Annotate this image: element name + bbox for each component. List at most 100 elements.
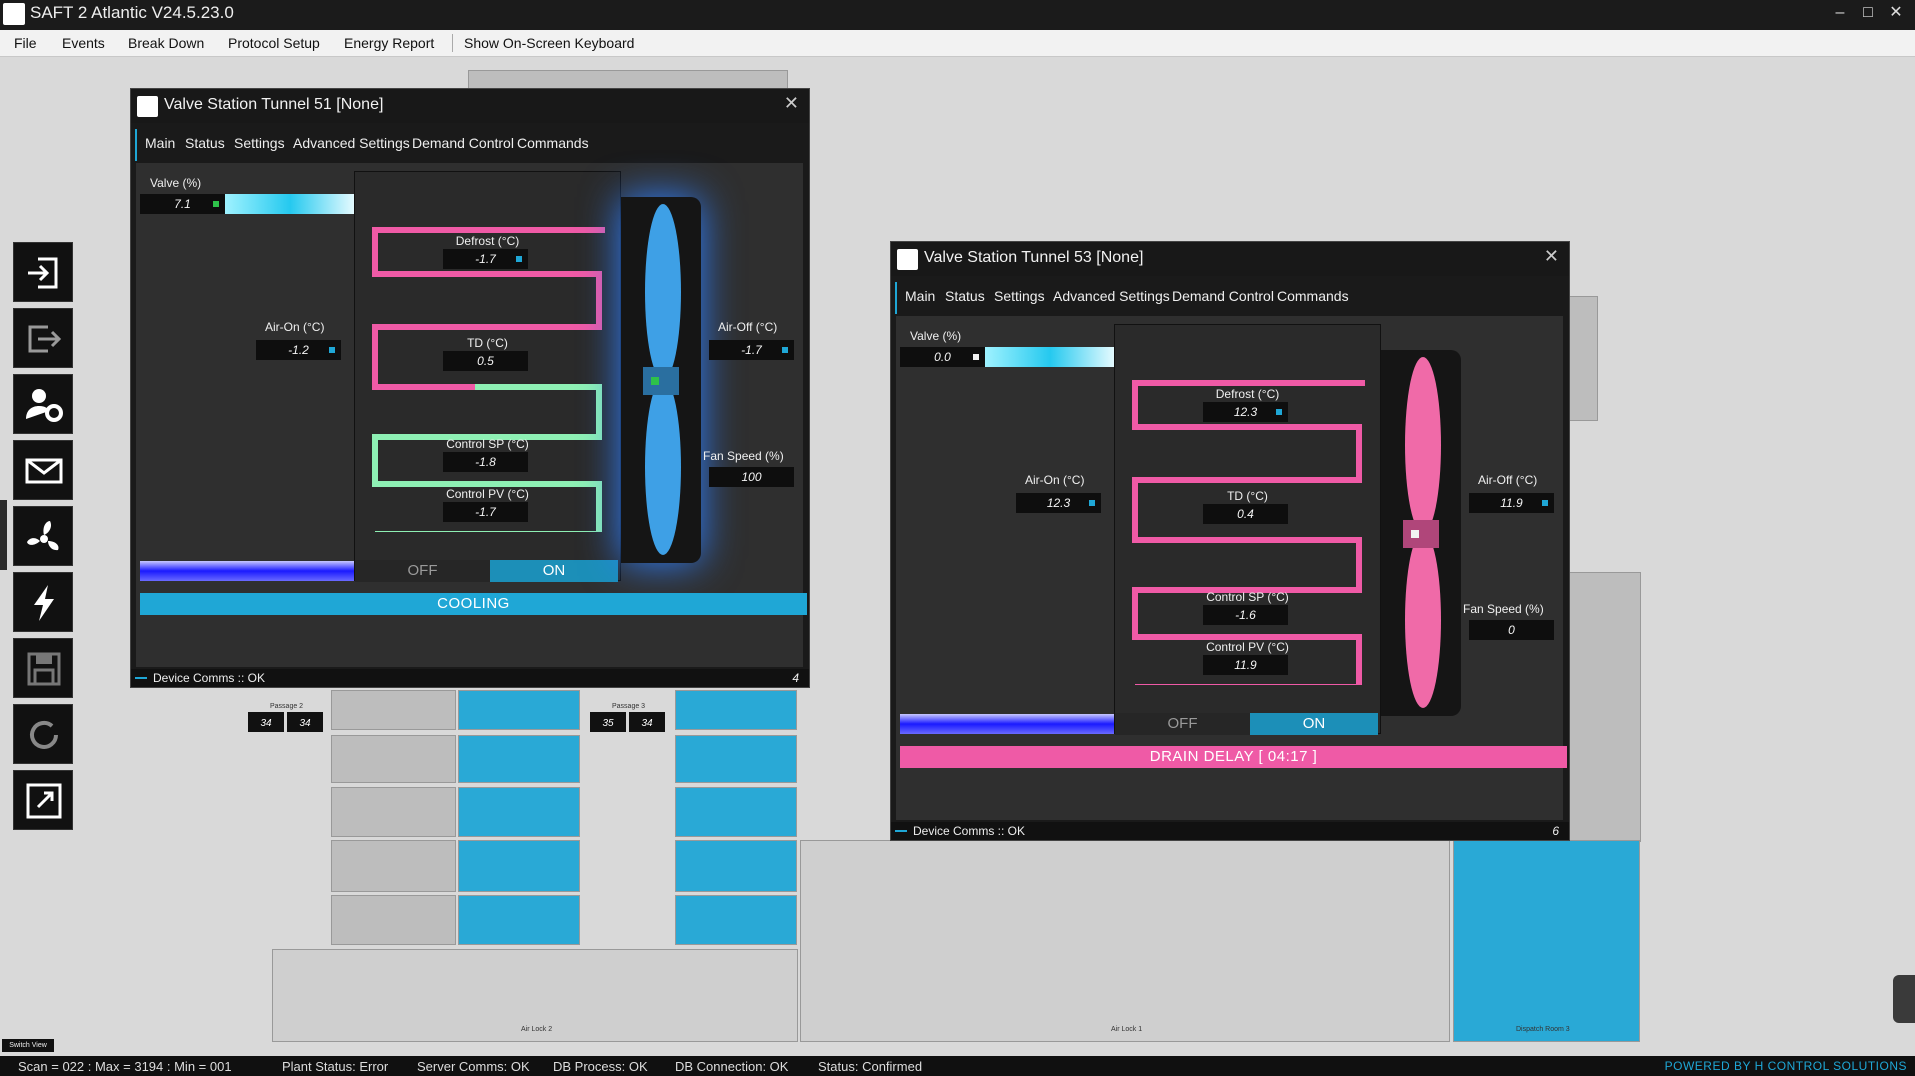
tile-g2[interactable] bbox=[331, 735, 456, 783]
control-pv-value[interactable]: 11.9 bbox=[1203, 655, 1288, 675]
comms-status-bar: Device Comms :: OK 4 bbox=[131, 669, 809, 687]
on-off-toggle[interactable]: OFF ON bbox=[355, 560, 622, 582]
tab-status[interactable]: Status bbox=[185, 135, 225, 151]
tile-b1[interactable] bbox=[458, 690, 580, 730]
menu-show-keyboard[interactable]: Show On-Screen Keyboard bbox=[464, 35, 634, 51]
passage-label-2: Passage 2 bbox=[270, 703, 304, 710]
tile-b3[interactable] bbox=[458, 787, 580, 837]
tab-demand-control[interactable]: Demand Control bbox=[1172, 288, 1274, 304]
td-label: TD (°C) bbox=[467, 336, 508, 350]
menu-energy-report[interactable]: Energy Report bbox=[344, 35, 434, 51]
valve-station-tunnel-53-window[interactable]: Valve Station Tunnel 53 [None] ✕ Main St… bbox=[890, 241, 1570, 841]
fan-speed-value[interactable]: 100 bbox=[709, 467, 794, 487]
mail-button[interactable] bbox=[13, 440, 73, 500]
air-on-value-text: 12.3 bbox=[1046, 496, 1071, 510]
user-settings-button[interactable] bbox=[13, 374, 73, 434]
tile-b2r[interactable] bbox=[675, 735, 797, 783]
valve-value-text: 0.0 bbox=[934, 350, 951, 364]
logout-button[interactable] bbox=[13, 308, 73, 368]
control-pv-value[interactable]: -1.7 bbox=[443, 502, 528, 522]
menu-break-down[interactable]: Break Down bbox=[128, 35, 204, 51]
menu-protocol-setup[interactable]: Protocol Setup bbox=[228, 35, 320, 51]
valve-value[interactable]: 7.1 bbox=[140, 194, 225, 214]
tab-commands[interactable]: Commands bbox=[517, 135, 589, 151]
valve-label: Valve (%) bbox=[910, 329, 962, 343]
fullscreen-button[interactable] bbox=[13, 770, 73, 830]
login-button[interactable] bbox=[13, 242, 73, 302]
air-off-label: Air-Off (°C) bbox=[718, 320, 778, 334]
menu-file[interactable]: File bbox=[14, 35, 37, 51]
tile-g3[interactable] bbox=[331, 787, 456, 837]
maximize-icon[interactable]: □ bbox=[1855, 2, 1881, 24]
air-off-value[interactable]: 11.9 bbox=[1469, 493, 1554, 513]
window-header[interactable]: Valve Station Tunnel 53 [None] ✕ bbox=[891, 242, 1569, 276]
td-label: TD (°C) bbox=[1227, 489, 1268, 503]
tab-advanced-settings[interactable]: Advanced Settings bbox=[293, 135, 410, 151]
fan-button[interactable] bbox=[13, 506, 73, 566]
tab-settings[interactable]: Settings bbox=[994, 288, 1045, 304]
control-sp-value[interactable]: -1.6 bbox=[1203, 605, 1288, 625]
side-tile[interactable] bbox=[1568, 296, 1598, 421]
valve-value[interactable]: 0.0 bbox=[900, 347, 985, 367]
close-icon[interactable]: ✕ bbox=[1544, 246, 1559, 267]
air-on-value[interactable]: 12.3 bbox=[1016, 493, 1101, 513]
air-off-value[interactable]: -1.7 bbox=[709, 340, 794, 360]
tab-commands[interactable]: Commands bbox=[1277, 288, 1349, 304]
tab-demand-control[interactable]: Demand Control bbox=[412, 135, 514, 151]
tile-b4[interactable] bbox=[458, 840, 580, 892]
valve-station-tunnel-51-window[interactable]: Valve Station Tunnel 51 [None] ✕ Main St… bbox=[130, 88, 810, 688]
save-button[interactable] bbox=[13, 638, 73, 698]
on-off-toggle[interactable]: OFF ON bbox=[1115, 713, 1382, 735]
air-lock-1-tile[interactable]: Air Lock 1 bbox=[800, 840, 1450, 1042]
valve-flow-bar bbox=[985, 347, 1115, 367]
air-lock-2-tile[interactable]: Air Lock 2 bbox=[272, 949, 798, 1042]
defrost-value-text: 12.3 bbox=[1233, 405, 1258, 419]
tile-b5[interactable] bbox=[458, 895, 580, 945]
tab-main[interactable]: Main bbox=[145, 135, 175, 151]
close-icon[interactable]: ✕ bbox=[784, 93, 799, 114]
right-tile[interactable] bbox=[1568, 572, 1641, 842]
tile-g4[interactable] bbox=[331, 840, 456, 892]
tile-g5[interactable] bbox=[331, 895, 456, 945]
close-icon[interactable]: ✕ bbox=[1883, 2, 1909, 24]
window-header[interactable]: Valve Station Tunnel 51 [None] ✕ bbox=[131, 89, 809, 123]
minimize-icon[interactable]: – bbox=[1827, 2, 1853, 24]
on-button[interactable]: ON bbox=[1250, 713, 1378, 735]
tile-b2[interactable] bbox=[458, 735, 580, 783]
tab-settings[interactable]: Settings bbox=[234, 135, 285, 151]
tile-b3r[interactable] bbox=[675, 787, 797, 837]
off-button[interactable]: OFF bbox=[355, 560, 490, 582]
control-sp-value[interactable]: -1.8 bbox=[443, 452, 528, 472]
tab-advanced-settings[interactable]: Advanced Settings bbox=[1053, 288, 1170, 304]
defrost-value-text: -1.7 bbox=[475, 252, 496, 266]
top-tile[interactable] bbox=[468, 70, 788, 90]
fan-speed-value-text: 100 bbox=[741, 470, 762, 484]
air-on-value[interactable]: -1.2 bbox=[256, 340, 341, 360]
fan-speed-value[interactable]: 0 bbox=[1469, 620, 1554, 640]
air-off-value-text: 11.9 bbox=[1500, 496, 1523, 510]
air-off-indicator bbox=[782, 347, 788, 353]
collapse-panel-handle[interactable] bbox=[1893, 975, 1915, 1023]
main-panel: Valve (%) 7.1 Air-On (°C) -1.2 Defrost (… bbox=[136, 163, 807, 667]
td-value[interactable]: 0.4 bbox=[1203, 504, 1288, 524]
tile-b5r[interactable] bbox=[675, 895, 797, 945]
tile-g1[interactable] bbox=[331, 690, 456, 730]
dispatch-room-3-tile[interactable]: Dispatch Room 3 bbox=[1453, 840, 1640, 1042]
refresh-button[interactable] bbox=[13, 704, 73, 764]
menu-events[interactable]: Events bbox=[62, 35, 105, 51]
window-logo-icon bbox=[897, 249, 918, 270]
defrost-value[interactable]: 12.3 bbox=[1203, 402, 1288, 422]
tile-b4r[interactable] bbox=[675, 840, 797, 892]
fan-housing bbox=[1381, 350, 1461, 716]
switch-view-button[interactable]: Switch View bbox=[2, 1039, 54, 1052]
td-value[interactable]: 0.5 bbox=[443, 351, 528, 371]
on-button[interactable]: ON bbox=[490, 560, 618, 582]
energy-button[interactable] bbox=[13, 572, 73, 632]
tab-status[interactable]: Status bbox=[945, 288, 985, 304]
defrost-value[interactable]: -1.7 bbox=[443, 249, 528, 269]
tab-main[interactable]: Main bbox=[905, 288, 935, 304]
off-button[interactable]: OFF bbox=[1115, 713, 1250, 735]
sidebar-edge-handle[interactable] bbox=[0, 500, 7, 570]
tile-b1r[interactable] bbox=[675, 690, 797, 730]
menu-separator bbox=[452, 34, 453, 52]
